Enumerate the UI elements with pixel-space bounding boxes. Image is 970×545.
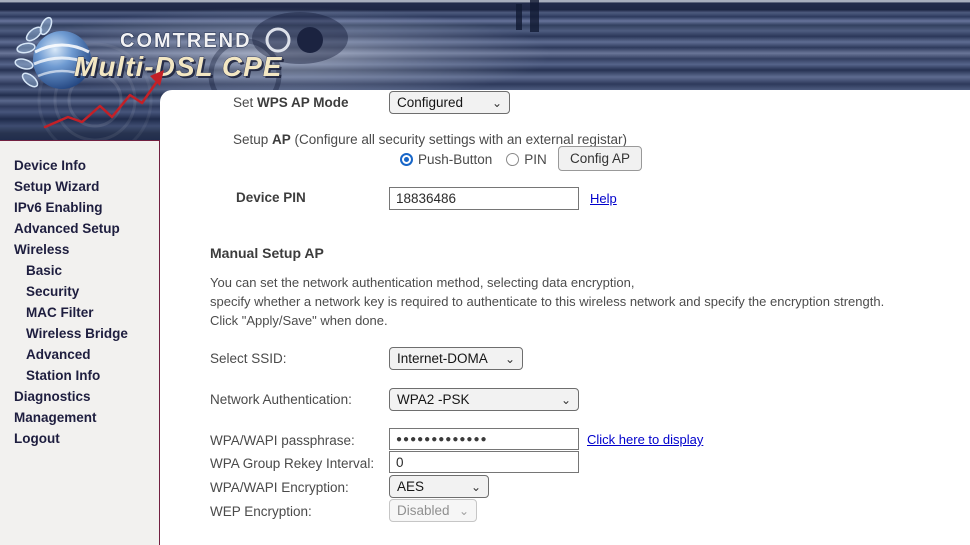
select-ssid-label: Select SSID: [210, 351, 287, 366]
wep-encryption-select: Disabled ⌄ [389, 499, 477, 522]
wpa-encryption-value: AES [397, 479, 425, 494]
pin-radio[interactable] [506, 153, 520, 166]
wpa-encryption-select[interactable]: AES ⌄ [389, 475, 489, 498]
chevron-down-icon: ⌄ [560, 392, 571, 407]
setup-ap-bold: AP [272, 132, 291, 147]
manual-setup-ap-heading: Manual Setup AP [210, 245, 324, 261]
sidebar-item-device-info[interactable]: Device Info [0, 155, 159, 176]
sidebar-item-wireless[interactable]: Wireless [0, 239, 159, 260]
ssid-value: Internet-DOMA [397, 351, 488, 366]
sidebar-item-logout[interactable]: Logout [0, 428, 159, 449]
pin-radio-label: PIN [524, 152, 547, 167]
network-authentication-label: Network Authentication: [210, 392, 352, 407]
device-pin-input[interactable] [389, 187, 579, 210]
ssid-select[interactable]: Internet-DOMA ⌄ [389, 347, 523, 370]
config-ap-button[interactable]: Config AP [558, 146, 643, 171]
setup-ap-suffix: (Configure all security settings with an… [290, 132, 627, 147]
wep-encryption-value: Disabled [397, 503, 450, 518]
wpa-rekey-interval-input[interactable] [389, 451, 579, 473]
network-authentication-select[interactable]: WPA2 -PSK ⌄ [389, 388, 579, 411]
manual-setup-description: You can set the network authentication m… [210, 273, 884, 330]
set-wps-prefix: Set [233, 95, 258, 110]
help-link[interactable]: Help [590, 191, 617, 206]
radio-dot-icon [404, 157, 409, 162]
wpa-rekey-interval-label: WPA Group Rekey Interval: [210, 456, 375, 471]
set-wps-ap-mode-label: Set WPS AP Mode [233, 95, 349, 110]
click-here-to-display-link[interactable]: Click here to display [587, 432, 703, 447]
sidebar-item-diagnostics[interactable]: Diagnostics [0, 386, 159, 407]
chevron-down-icon: ⌄ [504, 351, 515, 366]
chevron-down-icon: ⌄ [470, 479, 481, 494]
wps-ap-mode-select[interactable]: Configured ⌄ [389, 91, 510, 114]
brand-name-text: COMTREND [120, 30, 252, 52]
wps-ap-mode-value: Configured [397, 95, 464, 110]
chevron-down-icon: ⌄ [491, 95, 502, 110]
sidebar-item-advanced-setup[interactable]: Advanced Setup [0, 218, 159, 239]
main-content-panel: Set WPS AP Mode Configured ⌄ Setup AP (C… [160, 90, 970, 545]
setup-ap-label: Setup AP (Configure all security setting… [233, 132, 627, 147]
device-pin-label: Device PIN [236, 190, 306, 205]
wpa-encryption-label: WPA/WAPI Encryption: [210, 480, 349, 495]
sidebar-item-wireless-bridge[interactable]: Wireless Bridge [0, 323, 159, 344]
sidebar-item-security[interactable]: Security [0, 281, 159, 302]
sidebar-item-advanced[interactable]: Advanced [0, 344, 159, 365]
wpa-passphrase-label: WPA/WAPI passphrase: [210, 433, 355, 448]
description-line-2: specify whether a network key is require… [210, 294, 885, 309]
wep-encryption-label: WEP Encryption: [210, 504, 312, 519]
sidebar-nav: Device Info Setup Wizard IPv6 Enabling A… [0, 140, 160, 545]
push-button-radio[interactable] [400, 153, 413, 166]
description-line-1: You can set the network authentication m… [210, 275, 635, 290]
wps-method-radio-group: Push-Button PIN [400, 152, 561, 167]
network-authentication-value: WPA2 -PSK [397, 392, 470, 407]
push-button-radio-label: Push-Button [418, 152, 493, 167]
setup-ap-prefix: Setup [233, 132, 273, 147]
sidebar-item-setup-wizard[interactable]: Setup Wizard [0, 176, 159, 197]
description-line-3: Click "Apply/Save" when done. [210, 313, 388, 328]
brand-dot-icon [297, 27, 323, 53]
chevron-down-icon: ⌄ [458, 503, 469, 518]
sidebar-item-station-info[interactable]: Station Info [0, 365, 159, 386]
wpa-passphrase-input[interactable] [389, 428, 579, 450]
set-wps-bold: WPS AP Mode [257, 95, 349, 110]
sidebar-item-management[interactable]: Management [0, 407, 159, 428]
sidebar-item-ipv6-enabling[interactable]: IPv6 Enabling [0, 197, 159, 218]
sidebar-item-basic[interactable]: Basic [0, 260, 159, 281]
sidebar-item-mac-filter[interactable]: MAC Filter [0, 302, 159, 323]
product-name-text: Multi-DSL CPE [74, 51, 283, 82]
